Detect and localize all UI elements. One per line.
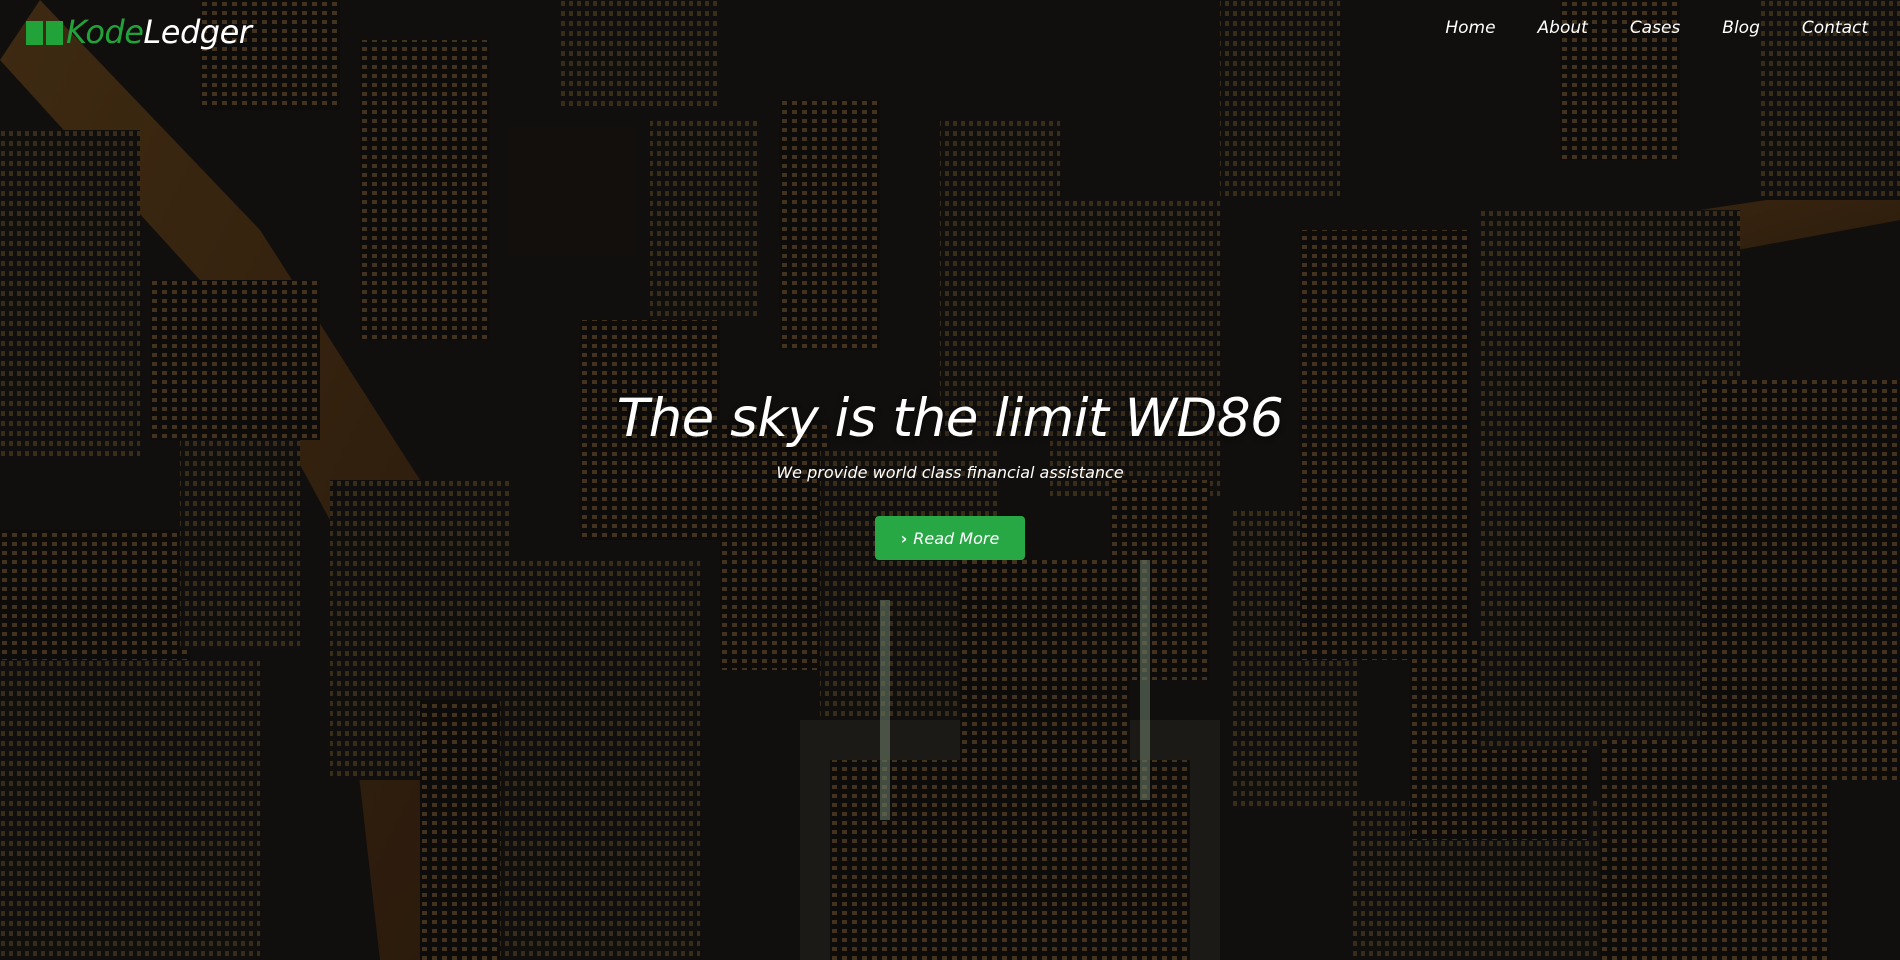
nav-item-about[interactable]: About [1538, 18, 1588, 38]
brand-logo[interactable]: Kode Ledger [26, 12, 252, 52]
read-more-button[interactable]: › Read More [875, 516, 1025, 560]
hero-headline: The sky is the limit WD86 [616, 388, 1284, 449]
nav-item-cases[interactable]: Cases [1630, 18, 1680, 38]
nav-item-blog[interactable]: Blog [1722, 18, 1760, 38]
nav-item-home[interactable]: Home [1445, 18, 1495, 38]
nav-menu: Home About Cases Blog Contact [1403, 18, 1868, 38]
hero-subline: We provide world class financial assista… [776, 463, 1124, 482]
navbar: Kode Ledger Home About Cases Blog Contac… [0, 0, 1900, 64]
read-more-label: Read More [913, 528, 1000, 548]
hero-content: The sky is the limit WD86 We provide wor… [0, 388, 1900, 560]
brand-name-ledger: Ledger [143, 13, 252, 51]
brand-name-kode: Kode [66, 13, 144, 51]
book-icon [26, 17, 64, 47]
chevron-right-icon: › [900, 528, 908, 548]
nav-item-contact[interactable]: Contact [1802, 18, 1868, 38]
